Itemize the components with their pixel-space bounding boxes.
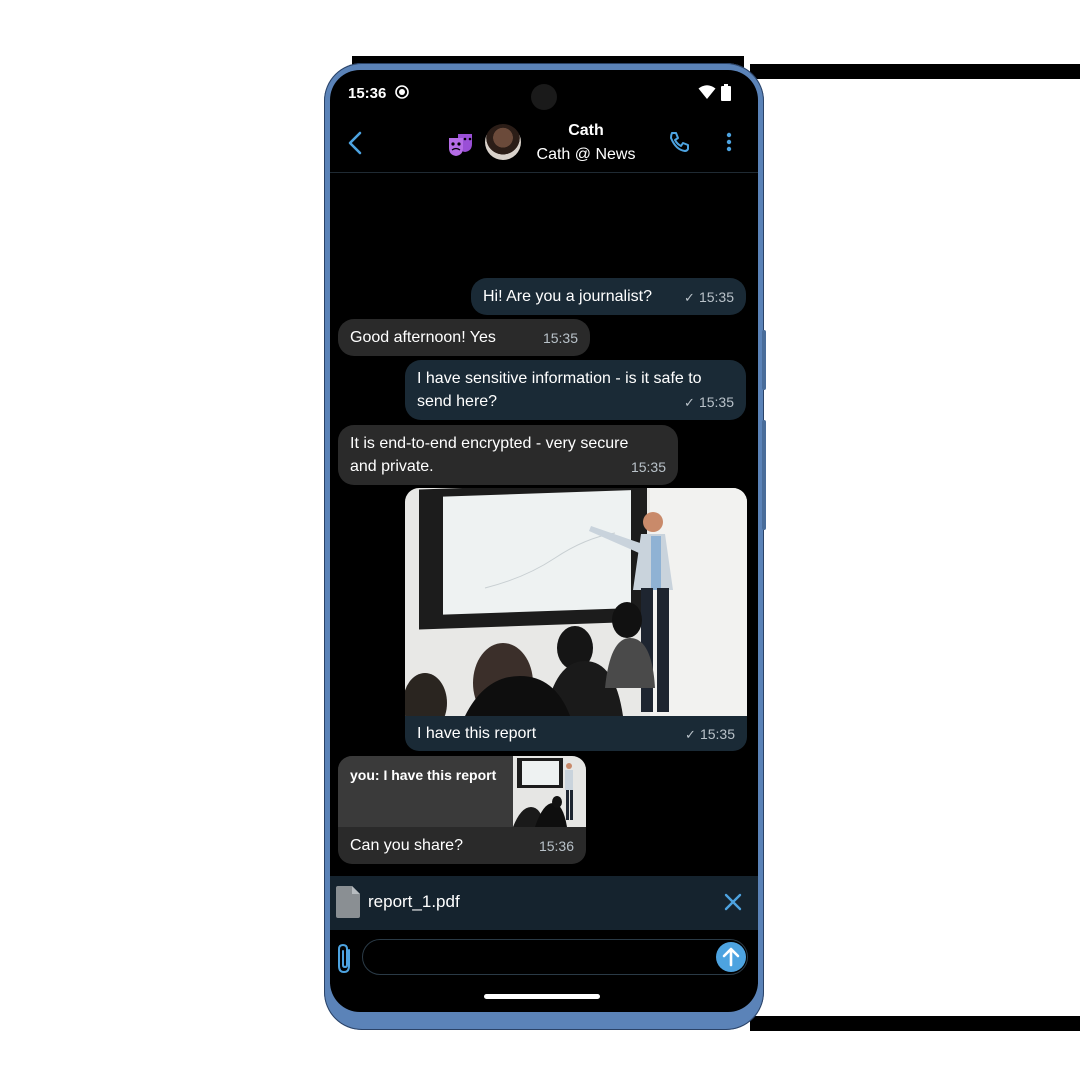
- message-meta: ✓ 15:35: [684, 286, 734, 309]
- screen-record-icon: [395, 85, 409, 99]
- message-time: 15:35: [698, 289, 734, 305]
- message-text: Good afternoon! Yes: [350, 329, 496, 346]
- message-meta: ✓ 15:35: [685, 723, 735, 746]
- quoted-image-thumbnail: [513, 756, 586, 827]
- message-bubble-incoming[interactable]: It is end-to-end encrypted - very secure…: [338, 425, 678, 485]
- status-bar: 15:36: [330, 70, 758, 116]
- check-icon: ✓: [684, 290, 695, 305]
- message-meta: ✓ 15:35: [684, 391, 734, 414]
- message-bubble-incoming[interactable]: Good afternoon! Yes 15:35: [338, 319, 590, 356]
- message-text: Hi! Are you a journalist?: [483, 288, 652, 305]
- message-time: 15:35: [630, 459, 666, 475]
- message-time: 15:36: [538, 838, 574, 854]
- home-indicator[interactable]: [484, 994, 600, 999]
- phone-screen: 15:36 Cath Cath @ News Hi! Are you a jou…: [330, 70, 758, 1012]
- quoted-text: you: I have this report: [350, 767, 497, 783]
- power-button: [762, 420, 766, 530]
- call-icon[interactable]: [667, 130, 691, 154]
- wifi-icon: [698, 85, 716, 99]
- message-bubble-image[interactable]: I have this report ✓ 15:35: [405, 488, 747, 751]
- more-icon[interactable]: [720, 130, 738, 154]
- contact-name[interactable]: Cath: [530, 122, 642, 140]
- volume-button: [762, 330, 766, 390]
- back-icon[interactable]: [344, 130, 368, 156]
- send-button[interactable]: [716, 942, 746, 972]
- quoted-message[interactable]: you: I have this report: [338, 756, 586, 827]
- message-time: 15:35: [698, 394, 734, 410]
- attachment-file-name: report_1.pdf: [368, 892, 460, 911]
- presentation-photo[interactable]: [405, 488, 747, 716]
- message-bubble-reply[interactable]: you: I have this report Can you share? 1…: [338, 756, 586, 864]
- background-strip: [750, 1016, 1080, 1031]
- check-icon: ✓: [685, 727, 696, 742]
- message-text: I have this report: [417, 725, 537, 742]
- avatar[interactable]: [485, 124, 521, 160]
- contact-subtitle[interactable]: Cath @ News: [530, 146, 642, 164]
- message-composer: [330, 932, 758, 984]
- background-strip: [750, 64, 1080, 79]
- message-text: It is end-to-end encrypted - very secure…: [350, 435, 629, 475]
- incognito-icon[interactable]: [446, 128, 478, 160]
- status-time: 15:36: [348, 85, 387, 102]
- message-bubble-outgoing[interactable]: I have sensitive information - is it saf…: [405, 360, 746, 420]
- check-icon: ✓: [684, 395, 695, 410]
- send-icon: [722, 947, 740, 967]
- attachment-preview: report_1.pdf: [330, 876, 758, 930]
- message-time: 15:35: [542, 330, 578, 346]
- front-camera: [531, 84, 557, 110]
- close-icon[interactable]: [723, 892, 743, 912]
- message-text: Can you share?: [350, 837, 463, 854]
- image-caption-bar: I have this report ✓ 15:35: [405, 716, 747, 751]
- message-input[interactable]: [362, 939, 748, 975]
- paperclip-icon[interactable]: [335, 942, 355, 974]
- chat-header: Cath Cath @ News: [330, 116, 758, 173]
- message-time: 15:35: [699, 726, 735, 742]
- battery-icon: [721, 84, 731, 101]
- message-bubble-outgoing[interactable]: Hi! Are you a journalist? ✓ 15:35: [471, 278, 746, 315]
- file-icon: [336, 886, 360, 918]
